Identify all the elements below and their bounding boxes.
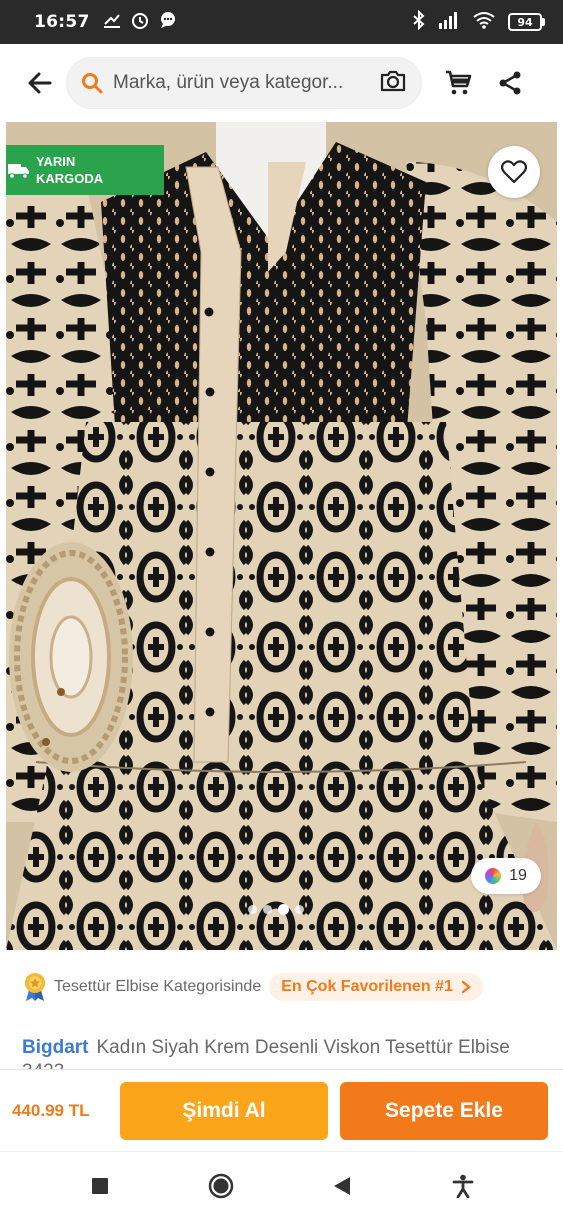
favorite-button[interactable] (488, 146, 540, 198)
product-image-carousel[interactable]: YARIN KARGODA 19 (6, 122, 557, 950)
alarm-icon (130, 10, 150, 34)
category-text: Tesettür Elbise Kategorisinde (54, 978, 262, 995)
camera-search-button[interactable] (379, 68, 407, 99)
product-name: Kadın Siyah Krem Desenli Viskon Tesettür… (22, 1037, 510, 1072)
truck-icon (8, 164, 29, 179)
brand-link[interactable]: Bigdart (22, 1037, 89, 1058)
back-nav-button[interactable] (317, 1161, 367, 1211)
carousel-dot (248, 905, 257, 914)
medal-icon (25, 973, 45, 1001)
status-right-icons: 94 (412, 9, 545, 34)
share-button[interactable] (484, 57, 536, 109)
category-favorite-row: Tesettür Elbise Kategorisinde En Çok Fav… (22, 970, 483, 1004)
carousel-dot (295, 905, 304, 914)
status-left-icons (102, 10, 178, 34)
home-button[interactable] (196, 1161, 246, 1211)
cargo-line1: YARIN (36, 154, 76, 169)
chevron-right-icon (461, 980, 471, 994)
product-title: Bigdart Kadın Siyah Krem Desenli Viskon T… (22, 1036, 542, 1072)
bag (9, 542, 133, 772)
share-icon (499, 71, 521, 95)
color-palette-icon (485, 868, 502, 884)
cargo-line2: KARGODA (36, 171, 104, 186)
purchase-bar: 440.99 TL Şimdi Al Sepete Ekle (0, 1069, 563, 1151)
status-time: 16:57 (34, 12, 90, 32)
fast-delivery-badge: YARIN KARGODA (6, 145, 164, 195)
square-icon (92, 1177, 109, 1194)
wifi-icon (472, 11, 496, 33)
back-button[interactable] (14, 57, 66, 109)
chat-bubble-icon (158, 10, 178, 34)
back-arrow-icon (28, 72, 52, 94)
top-bar: Marka, ürün veya kategor... (0, 44, 563, 122)
recents-button[interactable] (75, 1161, 125, 1211)
missed-call-icon (102, 10, 122, 34)
cart-icon (446, 70, 472, 95)
price: 440.99 TL (12, 1100, 90, 1120)
carousel-indicator (248, 904, 304, 915)
carousel-dot (263, 905, 272, 914)
buy-now-button[interactable]: Şimdi Al (120, 1081, 328, 1140)
most-favorited-label: En Çok Favorilenen #1 (281, 978, 453, 995)
triangle-back-icon (333, 1176, 350, 1195)
color-variants-button[interactable]: 19 (471, 858, 541, 894)
system-nav-bar (0, 1151, 563, 1219)
battery-level: 94 (508, 13, 542, 31)
heart-icon (501, 160, 527, 184)
signal-icon (438, 11, 460, 33)
product-photo (6, 122, 557, 950)
status-bar: 16:57 94 (0, 0, 563, 44)
search-icon (82, 73, 103, 94)
accessibility-icon (452, 1174, 474, 1198)
cart-button[interactable] (432, 57, 484, 109)
most-favorited-badge[interactable]: En Çok Favorilenen #1 (269, 973, 483, 1001)
search-input[interactable]: Marka, ürün veya kategor... (66, 57, 422, 109)
add-to-cart-button[interactable]: Sepete Ekle (340, 1081, 548, 1140)
accessibility-button[interactable] (438, 1161, 488, 1211)
color-count-label: 19 (509, 867, 527, 884)
camera-icon (380, 70, 406, 91)
bluetooth-icon (412, 9, 426, 34)
search-placeholder: Marka, ürün veya kategor... (113, 72, 344, 93)
battery-icon: 94 (508, 13, 545, 31)
carousel-dot-active (278, 904, 289, 915)
circle-icon (208, 1173, 234, 1198)
